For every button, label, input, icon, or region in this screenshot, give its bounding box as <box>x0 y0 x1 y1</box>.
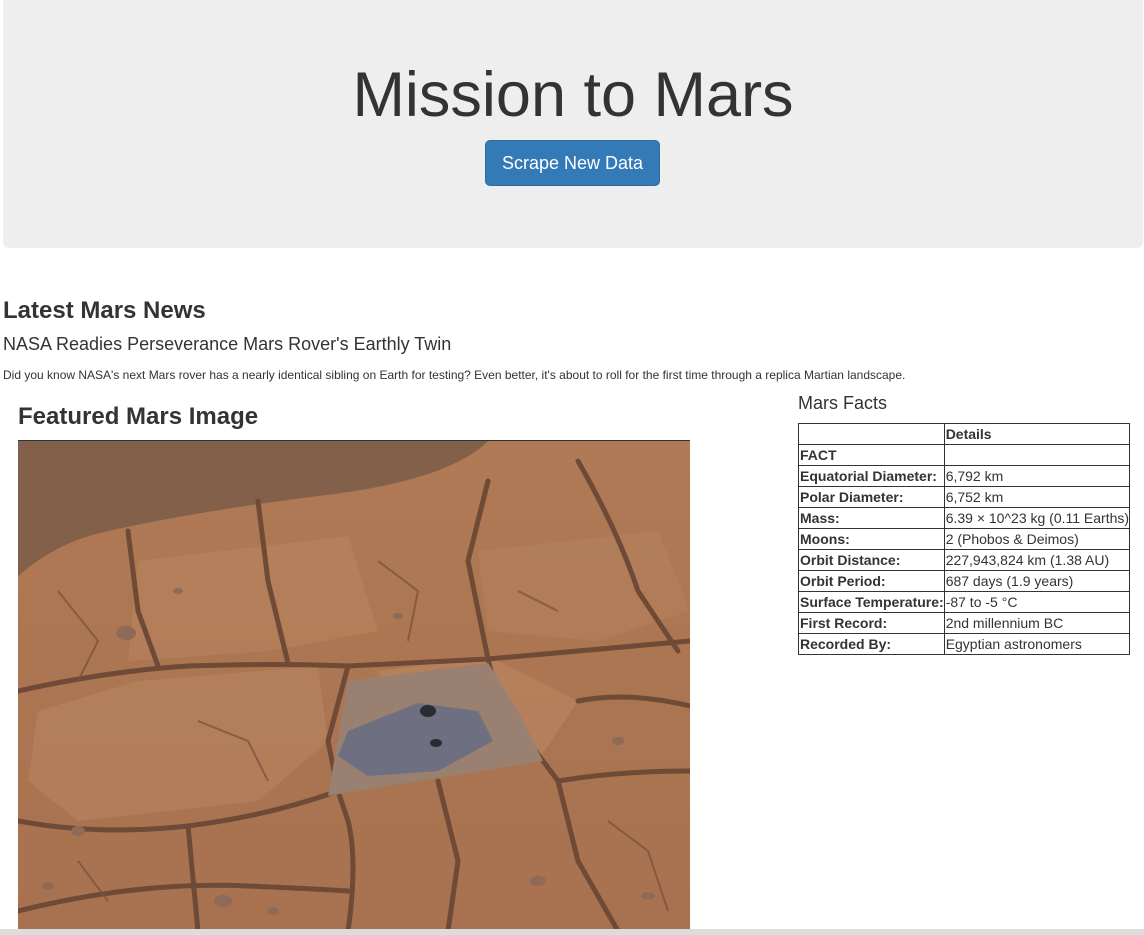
fact-value: 6,792 km <box>943 465 1131 487</box>
fact-value: -87 to -5 °C <box>943 591 1131 613</box>
fact-label: Moons: <box>798 528 945 550</box>
table-index-label: FACT <box>798 444 945 466</box>
table-row: Orbit Distance: 227,943,824 km (1.38 AU) <box>798 549 1131 571</box>
latest-news-heading: Latest Mars News <box>3 297 206 324</box>
featured-mars-image <box>18 440 690 931</box>
table-column-header <box>798 423 945 445</box>
mars-facts-heading: Mars Facts <box>798 393 888 413</box>
fact-value: 6,752 km <box>943 486 1131 508</box>
fact-value: 6.39 × 10^23 kg (0.11 Earths) <box>943 507 1131 529</box>
fact-label: Polar Diameter: <box>798 486 945 508</box>
fact-label: Orbit Period: <box>798 570 945 592</box>
table-index-value <box>943 444 1131 466</box>
table-column-header: Details <box>943 423 1131 445</box>
page-title: Mission to Mars <box>352 60 794 130</box>
fact-label: Surface Temperature: <box>798 591 945 613</box>
horizontal-scrollbar[interactable] <box>0 929 1144 935</box>
jumbotron-header: Mission to Mars Scrape New Data <box>3 0 1143 248</box>
table-row: Moons: 2 (Phobos & Deimos) <box>798 528 1131 550</box>
table-index-row: FACT <box>798 444 1131 466</box>
fact-label: Orbit Distance: <box>798 549 945 571</box>
table-row: Polar Diameter: 6,752 km <box>798 486 1131 508</box>
table-row: First Record: 2nd millennium BC <box>798 612 1131 634</box>
fact-label: Mass: <box>798 507 945 529</box>
fact-value: 227,943,824 km (1.38 AU) <box>943 549 1131 571</box>
fact-value: Egyptian astronomers <box>943 633 1131 655</box>
fact-label: Recorded By: <box>798 633 945 655</box>
fact-label: Equatorial Diameter: <box>798 465 945 487</box>
fact-value: 2 (Phobos & Deimos) <box>943 528 1131 550</box>
featured-image-heading: Featured Mars Image <box>18 403 259 430</box>
news-title: NASA Readies Perseverance Mars Rover's E… <box>3 334 452 354</box>
table-row: Orbit Period: 687 days (1.9 years) <box>798 570 1131 592</box>
news-paragraph: Did you know NASA's next Mars rover has … <box>3 368 906 382</box>
table-header-row: Details <box>798 423 1131 445</box>
table-row: Equatorial Diameter: 6,792 km <box>798 465 1131 487</box>
fact-value: 687 days (1.9 years) <box>943 570 1131 592</box>
table-row: Recorded By: Egyptian astronomers <box>798 633 1131 655</box>
table-row: Mass: 6.39 × 10^23 kg (0.11 Earths) <box>798 507 1131 529</box>
scrape-new-data-button[interactable]: Scrape New Data <box>485 140 660 186</box>
fact-value: 2nd millennium BC <box>943 612 1131 634</box>
table-row: Surface Temperature: -87 to -5 °C <box>798 591 1131 613</box>
fact-label: First Record: <box>798 612 945 634</box>
mars-facts-table: Details FACT Equatorial Diameter: 6,792 … <box>798 423 1131 655</box>
